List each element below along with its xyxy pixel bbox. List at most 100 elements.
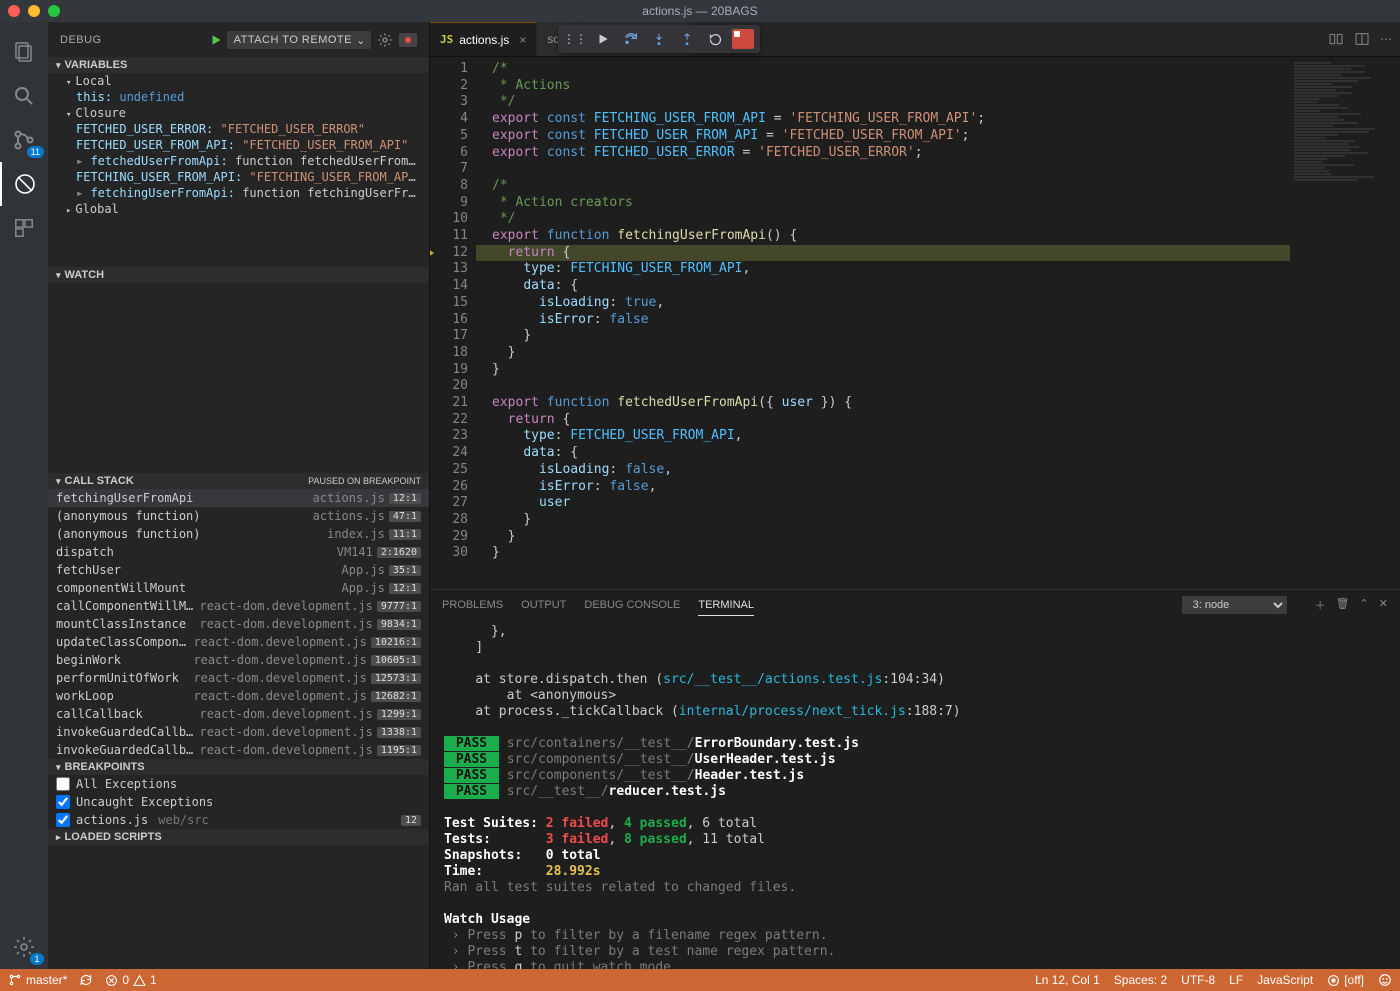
stack-frame[interactable]: performUnitOfWorkreact-dom.development.j… <box>48 669 429 687</box>
step-into-button[interactable] <box>646 27 672 51</box>
variable-row[interactable]: ▸ fetchedUserFromApi: function fetchedUs… <box>48 153 429 169</box>
line-number[interactable]: 12 <box>430 245 468 262</box>
stack-frame[interactable]: componentWillMountApp.js12:1 <box>48 579 429 597</box>
breakpoint-checkbox[interactable] <box>56 795 70 809</box>
terminal-output[interactable]: }, ] at store.dispatch.then (src/__test_… <box>430 620 1400 969</box>
problems-indicator[interactable]: 0 1 <box>105 973 156 987</box>
stack-frame[interactable]: invokeGuardedCallbackDevreact-dom.develo… <box>48 723 429 741</box>
language-mode[interactable]: JavaScript <box>1257 973 1313 987</box>
stack-frame[interactable]: dispatchVM1412:1620 <box>48 543 429 561</box>
terminal-select[interactable]: 3: node <box>1182 596 1287 614</box>
debug-console-icon[interactable] <box>399 33 417 47</box>
line-number[interactable]: 6 <box>430 145 468 162</box>
stop-button[interactable] <box>730 27 756 51</box>
line-number[interactable]: 8 <box>430 178 468 195</box>
source-control-icon[interactable]: 11 <box>0 118 48 162</box>
variable-row[interactable]: FETCHED_USER_FROM_API: "FETCHED_USER_FRO… <box>48 137 429 153</box>
indent-setting[interactable]: Spaces: 2 <box>1114 973 1167 987</box>
line-number[interactable]: 26 <box>430 479 468 496</box>
explorer-icon[interactable] <box>0 30 48 74</box>
sync-button[interactable] <box>79 973 93 987</box>
line-number[interactable]: 2 <box>430 78 468 95</box>
more-icon[interactable]: ⋯ <box>1380 32 1392 46</box>
line-number[interactable]: 10 <box>430 211 468 228</box>
line-number[interactable]: 16 <box>430 312 468 329</box>
code-content[interactable]: /* * Actions */ export const FETCHING_US… <box>476 57 1290 589</box>
variable-row[interactable]: ▸ fetchingUserFromApi: function fetching… <box>48 185 429 201</box>
output-tab[interactable]: OUTPUT <box>521 595 566 615</box>
continue-button[interactable] <box>590 27 616 51</box>
line-number[interactable]: 24 <box>430 445 468 462</box>
line-number[interactable]: 7 <box>430 161 468 178</box>
line-number[interactable]: 5 <box>430 128 468 145</box>
eol[interactable]: LF <box>1229 973 1243 987</box>
close-tab-icon[interactable]: × <box>519 33 526 47</box>
variable-scope[interactable]: ▸Global <box>48 201 429 217</box>
stack-frame[interactable]: mountClassInstancereact-dom.development.… <box>48 615 429 633</box>
feedback-icon[interactable] <box>1378 973 1392 987</box>
line-number[interactable]: 17 <box>430 328 468 345</box>
window-minimize-button[interactable] <box>28 5 40 17</box>
variables-header[interactable]: ▾ VARIABLES <box>48 57 429 73</box>
start-debug-button[interactable] <box>209 33 223 47</box>
live-share[interactable]: [off] <box>1327 973 1364 987</box>
encoding[interactable]: UTF-8 <box>1181 973 1215 987</box>
split-icon[interactable] <box>1354 31 1370 47</box>
breakpoint-row[interactable]: Uncaught Exceptions <box>48 793 429 811</box>
stack-frame[interactable]: (anonymous function)index.js11:1 <box>48 525 429 543</box>
restart-button[interactable] <box>702 27 728 51</box>
line-number[interactable]: 1 <box>430 61 468 78</box>
line-number[interactable]: 18 <box>430 345 468 362</box>
line-number[interactable]: 3 <box>430 94 468 111</box>
stack-frame[interactable]: updateClassComponentreact-dom.developmen… <box>48 633 429 651</box>
line-number[interactable]: 28 <box>430 512 468 529</box>
callstack-header[interactable]: ▾ CALL STACK PAUSED ON BREAKPOINT <box>48 473 429 489</box>
editor-tab[interactable]: JSactions.js× <box>430 22 537 56</box>
stack-frame[interactable]: workLoopreact-dom.development.js12682:1 <box>48 687 429 705</box>
window-close-button[interactable] <box>8 5 20 17</box>
stack-frame[interactable]: beginWorkreact-dom.development.js10605:1 <box>48 651 429 669</box>
stack-frame[interactable]: fetchUserApp.js35:1 <box>48 561 429 579</box>
line-number[interactable]: 14 <box>430 278 468 295</box>
breakpoints-header[interactable]: ▾ BREAKPOINTS <box>48 759 429 775</box>
line-number[interactable]: 19 <box>430 362 468 379</box>
stack-frame[interactable]: (anonymous function)actions.js47:1 <box>48 507 429 525</box>
search-icon[interactable] <box>0 74 48 118</box>
variable-row[interactable]: FETCHED_USER_ERROR: "FETCHED_USER_ERROR" <box>48 121 429 137</box>
code-editor[interactable]: 1234567891011121314151617181920212223242… <box>430 57 1400 589</box>
terminal-tab[interactable]: TERMINAL <box>698 595 754 616</box>
minimap[interactable] <box>1290 57 1400 589</box>
variable-row[interactable]: FETCHING_USER_FROM_API: "FETCHING_USER_F… <box>48 169 429 185</box>
debug-toolbar[interactable]: ⋮⋮ <box>558 25 760 53</box>
loaded-scripts-header[interactable]: ▸ LOADED SCRIPTS <box>48 829 429 845</box>
breakpoint-row[interactable]: All Exceptions <box>48 775 429 793</box>
settings-icon[interactable]: 1 <box>0 925 48 969</box>
extensions-icon[interactable] <box>0 206 48 250</box>
line-number[interactable]: 4 <box>430 111 468 128</box>
close-panel-button[interactable]: ✕ <box>1379 597 1388 613</box>
kill-terminal-button[interactable]: 🗑 <box>1336 597 1350 613</box>
line-number[interactable]: 29 <box>430 529 468 546</box>
problems-tab[interactable]: PROBLEMS <box>442 595 503 615</box>
new-terminal-button[interactable]: ＋ <box>1315 597 1326 613</box>
line-number[interactable]: 11 <box>430 228 468 245</box>
debug-config-select[interactable]: Attach to Remote <box>227 31 371 49</box>
debug-config-gear-icon[interactable] <box>375 30 395 50</box>
breakpoint-checkbox[interactable] <box>56 777 70 791</box>
compare-icon[interactable] <box>1328 31 1344 47</box>
line-number[interactable]: 22 <box>430 412 468 429</box>
variable-row[interactable]: this: undefined <box>48 89 429 105</box>
debug-toolbar-grip-icon[interactable]: ⋮⋮ <box>562 27 588 51</box>
cursor-position[interactable]: Ln 12, Col 1 <box>1035 973 1100 987</box>
step-out-button[interactable] <box>674 27 700 51</box>
line-number[interactable]: 25 <box>430 462 468 479</box>
stack-frame[interactable]: invokeGuardedCallbackreact-dom.developme… <box>48 741 429 759</box>
line-number[interactable]: 21 <box>430 395 468 412</box>
breakpoint-row[interactable]: actions.jsweb/src12 <box>48 811 429 829</box>
debug-console-tab[interactable]: DEBUG CONSOLE <box>584 595 680 615</box>
step-over-button[interactable] <box>618 27 644 51</box>
stack-frame[interactable]: fetchingUserFromApiactions.js12:1 <box>48 489 429 507</box>
git-branch[interactable]: master* <box>8 973 67 987</box>
stack-frame[interactable]: callCallbackreact-dom.development.js1299… <box>48 705 429 723</box>
line-number[interactable]: 15 <box>430 295 468 312</box>
